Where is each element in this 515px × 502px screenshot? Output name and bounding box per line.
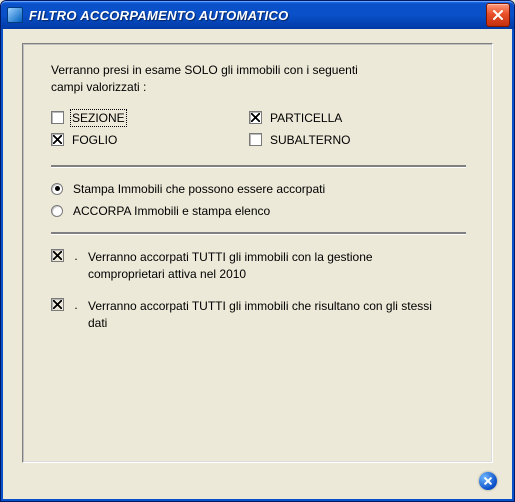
mode-accorpa[interactable]: ACCORPA Immobili e stampa elenco — [51, 204, 466, 218]
footer-close-button[interactable] — [479, 472, 497, 490]
main-panel: Verranno presi in esame SOLO gli immobil… — [22, 43, 493, 463]
radio-print-label: Stampa Immobili che possono essere accor… — [73, 182, 325, 196]
field-foglio[interactable]: FOGLIO — [51, 133, 221, 147]
close-button[interactable] — [486, 3, 510, 27]
field-grid: SEZIONE PARTICELLA FOGLIO SUBALTERNO — [51, 111, 466, 147]
intro-line2: campi valorizzati : — [51, 80, 146, 94]
radio-accorpa-label: ACCORPA Immobili e stampa elenco — [73, 204, 270, 218]
note-2-text: Verranno accorpati TUTTI gli immobili ch… — [88, 298, 466, 333]
close-icon — [492, 9, 504, 21]
bullet-1: . — [72, 249, 80, 263]
field-particella[interactable]: PARTICELLA — [249, 111, 429, 125]
note-2-row[interactable]: . Verranno accorpati TUTTI gli immobili … — [51, 298, 466, 333]
note-1-row[interactable]: . Verranno accorpati TUTTI gli immobili … — [51, 249, 466, 284]
checkbox-subalterno[interactable] — [249, 133, 262, 146]
intro-text: Verranno presi in esame SOLO gli immobil… — [51, 62, 466, 97]
checkbox-note-2[interactable] — [51, 298, 64, 311]
checkbox-sezione[interactable] — [51, 111, 64, 124]
window-title: FILTRO ACCORPAMENTO AUTOMATICO — [29, 8, 486, 23]
client-area: Verranno presi in esame SOLO gli immobil… — [4, 31, 511, 498]
titlebar: FILTRO ACCORPAMENTO AUTOMATICO — [1, 1, 514, 29]
mode-print[interactable]: Stampa Immobili che possono essere accor… — [51, 182, 466, 196]
app-icon — [7, 7, 23, 23]
radio-print[interactable] — [51, 183, 63, 195]
separator-1 — [51, 165, 466, 168]
label-sezione: SEZIONE — [72, 111, 125, 125]
separator-2 — [51, 232, 466, 235]
dialog-window: FILTRO ACCORPAMENTO AUTOMATICO Verranno … — [0, 0, 515, 502]
label-foglio: FOGLIO — [72, 133, 117, 147]
checkbox-note-1[interactable] — [51, 249, 64, 262]
bullet-2: . — [72, 298, 80, 312]
checkbox-particella[interactable] — [249, 111, 262, 124]
field-subalterno[interactable]: SUBALTERNO — [249, 133, 429, 147]
note-1-text: Verranno accorpati TUTTI gli immobili co… — [88, 249, 466, 284]
field-sezione[interactable]: SEZIONE — [51, 111, 221, 125]
radio-accorpa[interactable] — [51, 205, 63, 217]
close-circle-icon — [479, 472, 497, 490]
intro-line1: Verranno presi in esame SOLO gli immobil… — [51, 63, 358, 77]
checkbox-foglio[interactable] — [51, 133, 64, 146]
label-subalterno: SUBALTERNO — [270, 133, 350, 147]
label-particella: PARTICELLA — [270, 111, 342, 125]
